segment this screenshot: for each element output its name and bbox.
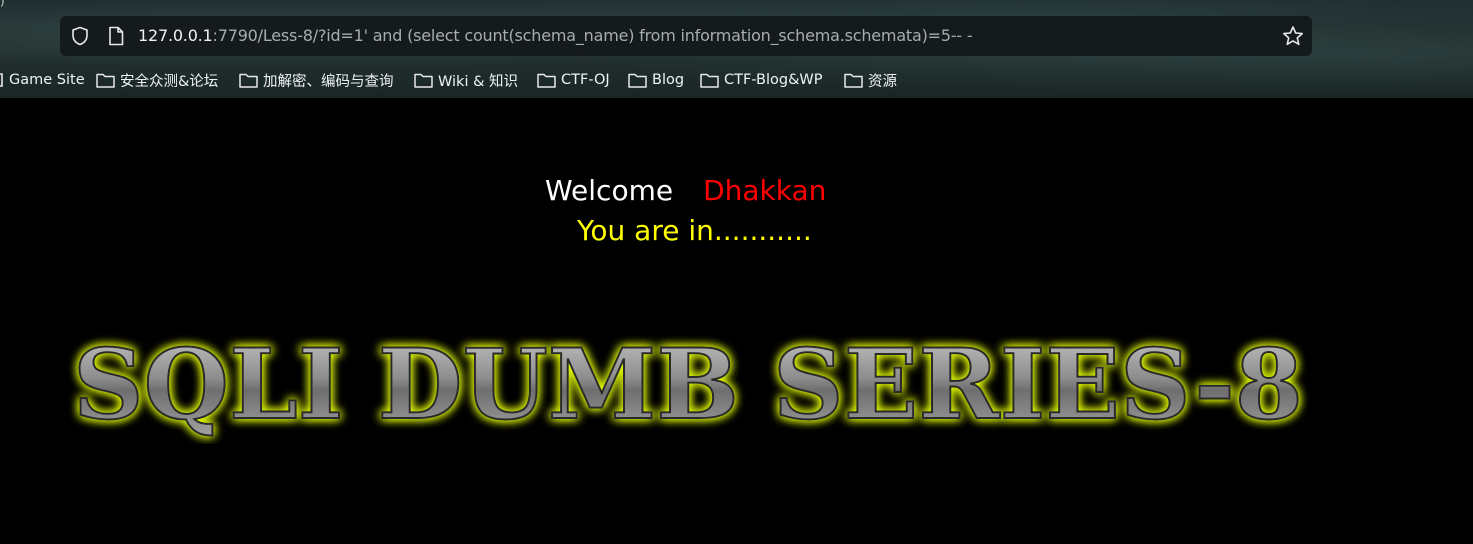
bookmark-label: 安全众测&论坛 xyxy=(120,73,219,90)
page-icon[interactable] xyxy=(107,26,125,46)
bookmark-label: CTF-Blog&WP xyxy=(724,72,823,88)
url-path: :7790/Less-8/?id=1' and (select count(sc… xyxy=(212,26,973,45)
bookmark-label: Game Site xyxy=(9,72,85,88)
folder-icon xyxy=(96,73,115,88)
browser-chrome: ) 127.0.0.1:7790/Less-8/?id=1' and (sele… xyxy=(0,0,1473,98)
bookmark-label: Blog xyxy=(652,72,685,88)
banner-text: SQLI DUMB SERIES-8 xyxy=(73,328,1303,441)
bookmark-label: CTF-OJ xyxy=(561,72,610,88)
bookmark-ctf-oj[interactable]: CTF-OJ xyxy=(537,69,610,91)
shield-icon[interactable] xyxy=(70,26,90,46)
url-text[interactable]: 127.0.0.1:7790/Less-8/?id=1' and (select… xyxy=(138,26,973,46)
bookmark-game-site[interactable]: Game Site xyxy=(0,69,85,91)
folder-icon xyxy=(700,73,719,88)
status-message: You are in........... xyxy=(577,214,812,247)
bookmark-label: Wiki & 知识 xyxy=(438,73,518,90)
folder-icon xyxy=(844,73,863,88)
bookmark-wiki[interactable]: Wiki & 知识 xyxy=(414,69,518,91)
folder-icon xyxy=(414,73,433,88)
page-content: Welcome Dhakkan You are in........... SQ… xyxy=(0,98,1473,544)
folder-icon xyxy=(537,73,556,88)
bookmark-label: 加解密、编码与查询 xyxy=(263,73,394,90)
bookmark-blog[interactable]: Blog xyxy=(628,69,684,91)
bookmark-star-icon[interactable] xyxy=(1282,25,1304,47)
welcome-text: Welcome xyxy=(545,174,674,207)
folder-icon xyxy=(239,73,258,88)
corner-glyph: ) xyxy=(0,0,5,8)
bookmark-crypto-encode[interactable]: 加解密、编码与查询 xyxy=(239,69,394,91)
game-icon xyxy=(0,73,3,87)
bookmark-resources[interactable]: 资源 xyxy=(844,69,897,91)
url-host: 127.0.0.1 xyxy=(138,26,213,45)
url-bar[interactable]: 127.0.0.1:7790/Less-8/?id=1' and (select… xyxy=(60,16,1312,56)
welcome-line: Welcome Dhakkan xyxy=(545,172,826,210)
bookmark-label: 资源 xyxy=(868,73,897,90)
bookmark-ctf-blog-wp[interactable]: CTF-Blog&WP xyxy=(700,69,822,91)
folder-icon xyxy=(628,73,647,88)
user-name: Dhakkan xyxy=(703,174,827,207)
title-banner-image: SQLI DUMB SERIES-8 xyxy=(72,327,1304,442)
bookmark-security-forum[interactable]: 安全众测&论坛 xyxy=(96,69,218,91)
bookmarks-toolbar: Game Site 安全众测&论坛 加解密、编码与查询 Wiki & 知识 CT… xyxy=(0,66,1473,94)
